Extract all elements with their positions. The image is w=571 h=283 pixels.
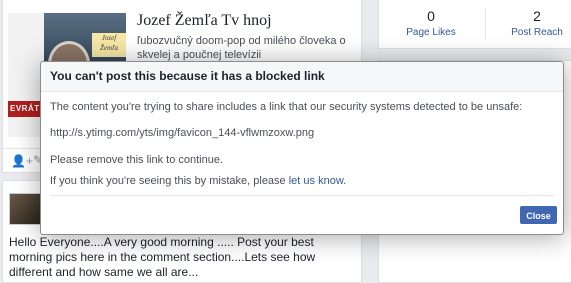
dialog-instruction: Please remove this link to continue. [50,154,224,166]
mistake-suffix: . [343,175,347,187]
thumbnail-strip [8,13,44,137]
mistake-prefix: If you think you're seeing this by mista… [50,175,289,187]
avatar[interactable] [9,193,41,225]
dialog-body: The content you're trying to share inclu… [41,92,563,187]
post-reach-stat[interactable]: 2 Post Reach [489,8,571,38]
blocked-link-dialog: You can't post this because it has a blo… [40,61,564,235]
thumbnail-label-line2: Žemľa [99,44,119,52]
dialog-mistake-note: If you think you're seeing this by mista… [50,175,346,187]
stats-divider [485,8,486,40]
dialog-title: You can't post this because it has a blo… [41,62,563,92]
share-preview-title[interactable]: Jozef Žemľa Tv hnoj [137,12,272,30]
dialog-message: The content you're trying to share inclu… [50,101,523,113]
thumbnail-label-line1: Jozef [101,34,117,42]
thumbnail-label: Jozef Žemľa [92,33,126,57]
page-likes-stat[interactable]: 0 Page Likes [383,8,479,38]
tag-people-icon[interactable]: 👤+ [11,154,33,168]
dialog-footer-divider [50,195,554,196]
page-stats: 0 Page Likes 2 Post Reach [378,0,571,49]
blocked-url: http://s.ytimg.com/yts/img/favicon_144-v… [50,127,315,139]
page-likes-label: Page Likes [406,27,456,38]
share-preview-description: ľubozvučný doom-pop od milého človeka o … [137,35,346,61]
post-reach-value: 2 [533,8,541,24]
post-reach-label: Post Reach [511,27,563,38]
let-us-know-link[interactable]: let us know [289,175,343,187]
post-text: Hello Everyone....A very good morning ..… [9,235,316,279]
page-likes-value: 0 [427,8,435,24]
close-button[interactable]: Close [520,206,557,224]
